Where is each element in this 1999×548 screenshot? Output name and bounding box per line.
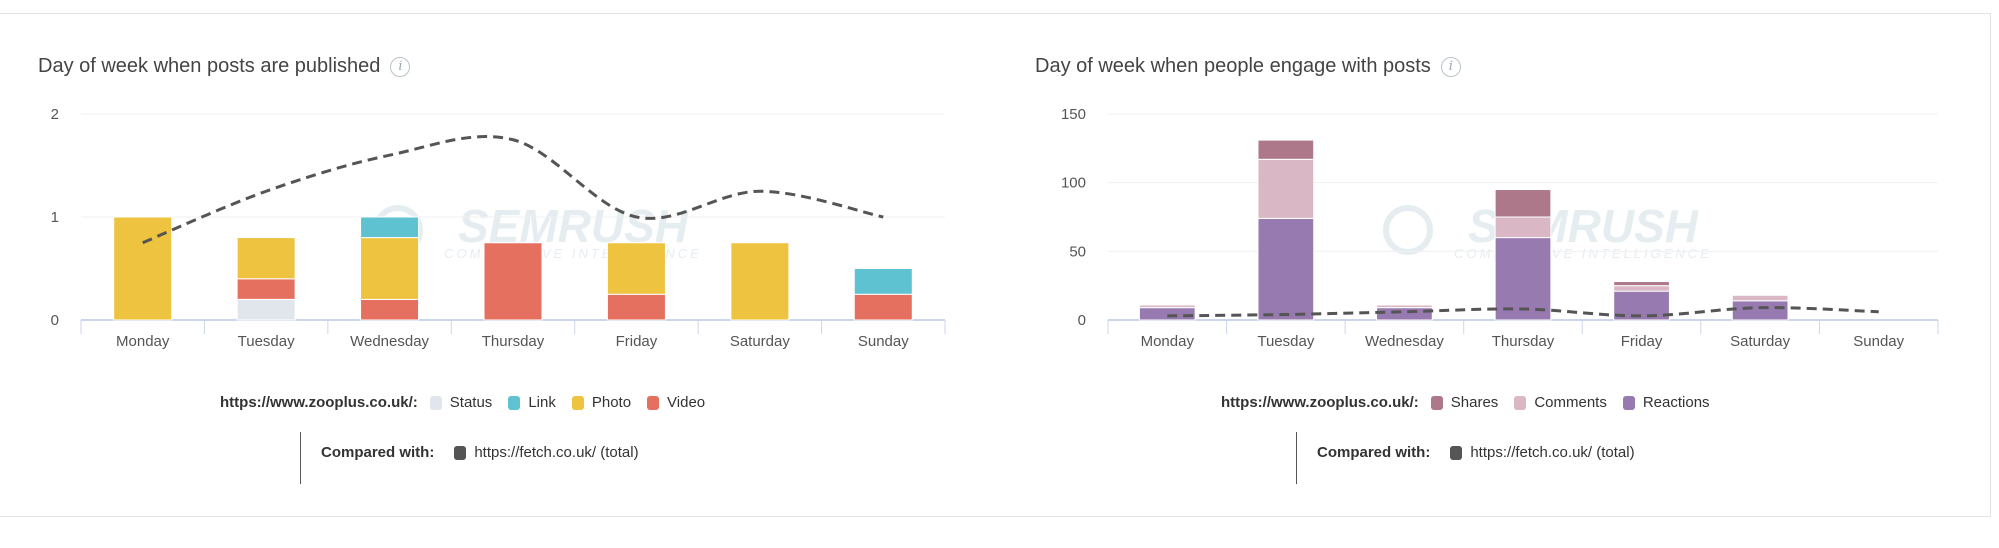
legend-text: Reactions [1642, 394, 1710, 411]
legend-item-link[interactable]: Link [508, 394, 556, 411]
bar-shares [1138, 303, 1196, 306]
bar-shares [1613, 281, 1670, 287]
bar-photo [236, 237, 296, 280]
watermark-icon [1383, 205, 1433, 255]
legend-label: https://www.zooplus.co.uk/: [220, 394, 418, 411]
bar-link [360, 216, 420, 239]
x-tick-label: Monday [116, 333, 170, 350]
legend-item-status[interactable]: Status [429, 394, 493, 411]
legend-label: https://www.zooplus.co.uk/: [1221, 394, 1419, 411]
compared-label: Compared with: [1317, 444, 1431, 461]
bar-comments [1731, 294, 1789, 302]
legend-text: https://fetch.co.uk/ (total) [1470, 444, 1635, 461]
bar-photo [606, 242, 666, 295]
legend-text: Video [667, 394, 706, 411]
bar-shares [1376, 303, 1433, 306]
y-tick-label: 0 [1078, 312, 1086, 329]
bar-photo [360, 237, 420, 300]
bar-reactions [1731, 300, 1789, 321]
legend-text: Shares [1450, 394, 1499, 411]
info-icon[interactable]: i [390, 56, 411, 77]
reactions-swatch [1622, 395, 1635, 410]
bar-video [606, 293, 666, 321]
x-tick-label: Wednesday [1365, 333, 1444, 350]
bar-status [236, 298, 296, 321]
bar-comments [1257, 158, 1315, 219]
bar-comments [1494, 216, 1552, 239]
legend-item-comments[interactable]: Comments [1514, 394, 1607, 411]
y-tick-label: 2 [51, 106, 59, 123]
legend-divider [300, 432, 301, 484]
x-tick-label: Monday [1141, 333, 1195, 350]
bar-link [853, 268, 913, 295]
legend-item-shares[interactable]: Shares [1430, 394, 1499, 411]
legend-text: https://fetch.co.uk/ (total) [474, 444, 639, 461]
legend-text: Status [449, 394, 493, 411]
bar-reactions [1257, 217, 1315, 321]
legend-item-reactions[interactable]: Reactions [1622, 394, 1710, 411]
compared-label: Compared with: [321, 444, 435, 461]
x-tick-label: Thursday [1492, 333, 1555, 350]
photo-swatch [571, 395, 584, 410]
legend-divider [1296, 432, 1297, 484]
x-tick-label: Sunday [1853, 333, 1904, 350]
x-tick-label: Friday [616, 333, 658, 350]
legend-item-video[interactable]: Video [647, 394, 705, 411]
link-swatch [508, 395, 521, 410]
bar-comments [1613, 285, 1670, 292]
y-tick-label: 50 [1069, 243, 1086, 260]
bar-photo [730, 242, 790, 321]
legend-item-photo[interactable]: Photo [571, 394, 632, 411]
y-tick-label: 150 [1061, 106, 1086, 123]
x-tick-label: Friday [1621, 333, 1663, 350]
legend-item-comparison[interactable]: https://fetch.co.uk/ (total) [454, 444, 639, 461]
x-tick-label: Sunday [858, 333, 909, 350]
watermark-tagline: COMPETITIVE INTELLIGENCE [1454, 246, 1712, 261]
legend-text: Photo [591, 394, 632, 411]
x-tick-label: Saturday [730, 333, 791, 350]
chart-title-text: Day of week when posts are published [38, 55, 381, 77]
legend-engage: https://www.zooplus.co.uk/: Shares Comme… [1221, 394, 1726, 411]
x-tick-label: Tuesday [238, 333, 295, 350]
legend-text: Link [528, 394, 556, 411]
bar-reactions [1376, 307, 1433, 321]
comparison-swatch [454, 445, 467, 460]
shares-swatch [1430, 395, 1443, 410]
chart-title-text: Day of week when people engage with post… [1035, 55, 1431, 77]
y-tick-label: 0 [51, 312, 59, 329]
bar-shares [1494, 189, 1552, 218]
x-tick-label: Tuesday [1257, 333, 1314, 350]
legend-text: Comments [1534, 394, 1607, 411]
comparison-legend-engage: Compared with: https://fetch.co.uk/ (tot… [1317, 444, 1635, 461]
bar-reactions [1138, 307, 1196, 321]
comparison-swatch [1450, 445, 1463, 460]
x-tick-label: Saturday [1730, 333, 1791, 350]
comparison-legend-published: Compared with: https://fetch.co.uk/ (tot… [321, 444, 639, 461]
status-swatch [429, 395, 442, 410]
bar-video [853, 293, 913, 321]
chart-title-published: Day of week when posts are published i [38, 55, 411, 78]
info-icon[interactable]: i [1440, 56, 1461, 77]
bar-video [483, 242, 543, 321]
x-tick-label: Wednesday [350, 333, 429, 350]
bar-shares [1257, 139, 1315, 160]
video-swatch [647, 395, 660, 410]
bar-video [236, 278, 296, 300]
legend-published: https://www.zooplus.co.uk/: Status Link … [220, 394, 721, 411]
y-tick-label: 100 [1061, 175, 1086, 192]
bar-video [360, 298, 420, 321]
legend-item-comparison[interactable]: https://fetch.co.uk/ (total) [1450, 444, 1635, 461]
comments-swatch [1514, 395, 1527, 410]
x-tick-label: Thursday [482, 333, 545, 350]
y-tick-label: 1 [51, 209, 59, 226]
chart-title-engage: Day of week when people engage with post… [1035, 55, 1461, 78]
